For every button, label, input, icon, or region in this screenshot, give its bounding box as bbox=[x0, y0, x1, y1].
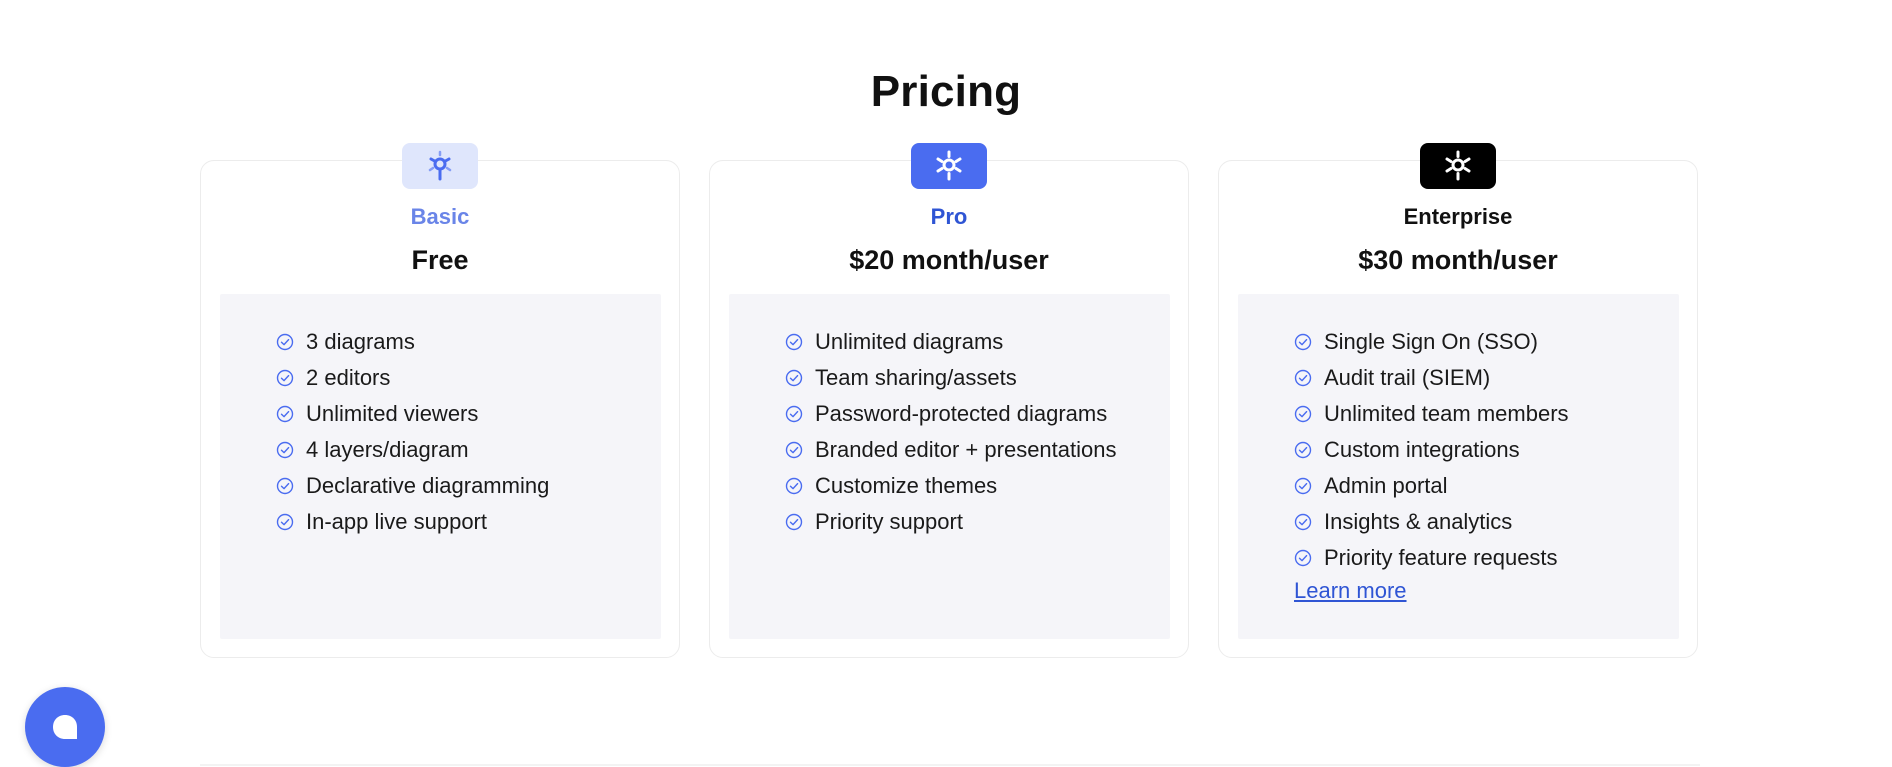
page-title: Pricing bbox=[870, 67, 1022, 116]
plan-price: $20 month/user bbox=[849, 245, 1049, 275]
check-circle-icon bbox=[276, 369, 294, 387]
plan-badge-pro bbox=[911, 143, 987, 189]
features-box: Unlimited diagrams Team sharing/assets P… bbox=[729, 294, 1170, 639]
feature-label: Single Sign On (SSO) bbox=[1324, 329, 1538, 354]
feature-label: Customize themes bbox=[815, 473, 998, 498]
feature-item: Insights & analytics bbox=[1294, 504, 1569, 540]
check-circle-icon bbox=[785, 369, 803, 387]
feature-label: Declarative diagramming bbox=[306, 473, 550, 498]
feature-list: Single Sign On (SSO) Audit trail (SIEM) … bbox=[1294, 324, 1569, 576]
feature-item: Unlimited viewers bbox=[276, 396, 549, 432]
feature-item: Declarative diagramming bbox=[276, 468, 549, 504]
feature-item: In-app live support bbox=[276, 504, 549, 540]
plan-badge-basic bbox=[402, 143, 478, 189]
feature-item: Password-protected diagrams bbox=[785, 396, 1116, 432]
feature-item: 3 diagrams bbox=[276, 324, 549, 360]
plan-name: Pro bbox=[930, 204, 968, 229]
check-circle-icon bbox=[785, 513, 803, 531]
feature-item: 2 editors bbox=[276, 360, 549, 396]
feature-item: Audit trail (SIEM) bbox=[1294, 360, 1569, 396]
feature-list: Unlimited diagrams Team sharing/assets P… bbox=[785, 324, 1116, 540]
feature-label: Audit trail (SIEM) bbox=[1324, 365, 1491, 390]
plan-card-pro: Pro $20 month/user Unlimited diagrams Te… bbox=[709, 143, 1189, 658]
features-box: 3 diagrams 2 editors Unlimited viewers 4… bbox=[220, 294, 661, 639]
feature-item: Customize themes bbox=[785, 468, 1116, 504]
check-circle-icon bbox=[276, 513, 294, 531]
feature-item: 4 layers/diagram bbox=[276, 432, 549, 468]
check-circle-icon bbox=[1294, 441, 1312, 459]
plan-card-enterprise: Enterprise $30 month/user Single Sign On… bbox=[1218, 143, 1698, 658]
feature-list: 3 diagrams 2 editors Unlimited viewers 4… bbox=[276, 324, 549, 540]
chat-button[interactable] bbox=[25, 687, 105, 767]
check-circle-icon bbox=[785, 477, 803, 495]
feature-item: Unlimited team members bbox=[1294, 396, 1569, 432]
check-circle-icon bbox=[785, 441, 803, 459]
check-circle-icon bbox=[1294, 513, 1312, 531]
logo-icon bbox=[428, 150, 452, 181]
chat-bubble-icon bbox=[53, 715, 77, 739]
check-circle-icon bbox=[1294, 369, 1312, 387]
feature-label: Priority feature requests bbox=[1324, 545, 1558, 570]
feature-label: Team sharing/assets bbox=[815, 365, 1017, 390]
check-circle-icon bbox=[276, 477, 294, 495]
feature-label: In-app live support bbox=[306, 509, 487, 534]
feature-label: Priority support bbox=[815, 509, 963, 534]
plan-name: Basic bbox=[410, 204, 470, 229]
logo-icon bbox=[936, 150, 962, 181]
check-circle-icon bbox=[276, 441, 294, 459]
feature-item: Admin portal bbox=[1294, 468, 1569, 504]
feature-label: 4 layers/diagram bbox=[306, 437, 469, 462]
check-circle-icon bbox=[276, 405, 294, 423]
feature-label: Insights & analytics bbox=[1324, 509, 1513, 534]
check-circle-icon bbox=[785, 333, 803, 351]
feature-label: 2 editors bbox=[306, 365, 391, 390]
feature-label: Unlimited team members bbox=[1324, 401, 1569, 426]
feature-item: Unlimited diagrams bbox=[785, 324, 1116, 360]
check-circle-icon bbox=[276, 333, 294, 351]
feature-item: Single Sign On (SSO) bbox=[1294, 324, 1569, 360]
feature-item: Priority feature requests bbox=[1294, 540, 1569, 576]
plan-card-basic: Basic Free 3 diagrams 2 editors Unlimite… bbox=[200, 143, 680, 658]
plan-badge-enterprise bbox=[1420, 143, 1496, 189]
feature-label: Password-protected diagrams bbox=[815, 401, 1108, 426]
feature-label: Unlimited viewers bbox=[306, 401, 479, 426]
learn-more-link[interactable]: Learn more bbox=[1294, 578, 1407, 604]
plan-price: $30 month/user bbox=[1358, 245, 1558, 275]
check-circle-icon bbox=[1294, 333, 1312, 351]
feature-item: Custom integrations bbox=[1294, 432, 1569, 468]
plan-name: Enterprise bbox=[1403, 204, 1513, 229]
feature-label: Admin portal bbox=[1324, 473, 1448, 498]
feature-item: Priority support bbox=[785, 504, 1116, 540]
feature-item: Branded editor + presentations bbox=[785, 432, 1116, 468]
check-circle-icon bbox=[1294, 549, 1312, 567]
feature-label: Unlimited diagrams bbox=[815, 329, 1004, 354]
feature-label: Custom integrations bbox=[1324, 437, 1520, 462]
pricing-cards: Basic Free 3 diagrams 2 editors Unlimite… bbox=[200, 143, 1700, 660]
feature-item: Team sharing/assets bbox=[785, 360, 1116, 396]
logo-icon bbox=[1445, 150, 1471, 181]
check-circle-icon bbox=[1294, 405, 1312, 423]
check-circle-icon bbox=[785, 405, 803, 423]
feature-label: Branded editor + presentations bbox=[815, 437, 1117, 462]
features-box: Single Sign On (SSO) Audit trail (SIEM) … bbox=[1238, 294, 1679, 639]
feature-label: 3 diagrams bbox=[306, 329, 415, 354]
plan-price: Free bbox=[411, 245, 469, 275]
check-circle-icon bbox=[1294, 477, 1312, 495]
